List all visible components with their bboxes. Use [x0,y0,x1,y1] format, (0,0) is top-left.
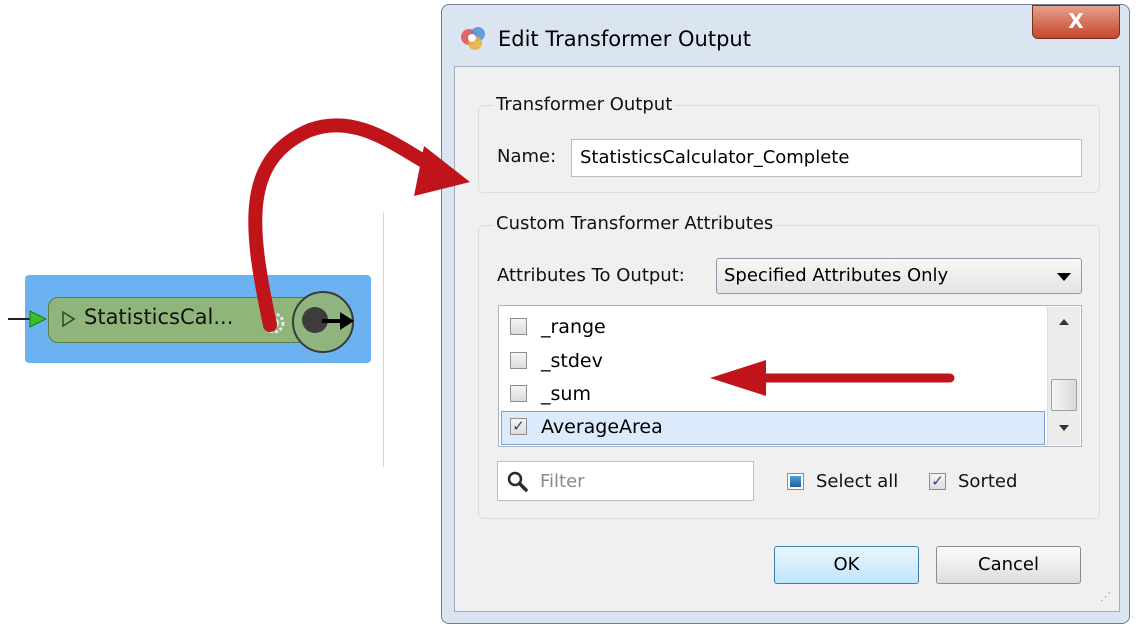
annotation-arrows [248,118,955,396]
